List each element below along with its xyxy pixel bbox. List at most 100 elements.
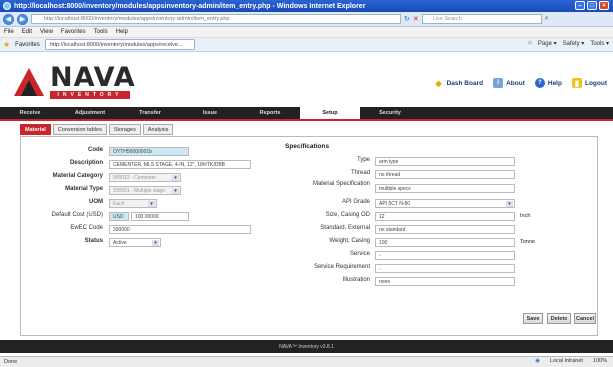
material-type-select[interactable]: 200001 - Multiple stage ▾ [109, 186, 181, 195]
security-zone: Local intranet [549, 358, 583, 364]
zoom-level[interactable]: 100% [593, 358, 607, 364]
nav-setup[interactable]: Setup [300, 107, 360, 119]
spec-api-grade-select[interactable]: API 5CT N-80 ▾ [375, 199, 515, 208]
app-footer: NAVA™ Inventory v3.8.1 [0, 340, 613, 353]
specifications-title: Specifications [285, 143, 330, 150]
spec-casing-od-label: Size, Casing OD [325, 212, 370, 218]
browser-status-bar: Done ◉ Local intranet 100% [0, 356, 613, 367]
nav-reports[interactable]: Reports [240, 107, 300, 119]
chevron-down-icon: ▾ [506, 201, 513, 207]
back-icon[interactable]: ◀ [3, 13, 14, 25]
nav-issue[interactable]: Issue [180, 107, 240, 119]
logo-mark-icon [14, 68, 44, 96]
spec-type-input[interactable]: arm type [375, 157, 515, 166]
dashboard-icon: ◆ [435, 78, 442, 88]
uom-label: UOM [89, 199, 103, 205]
spec-service-input[interactable]: - [375, 251, 515, 260]
search-icon[interactable]: ⌕ [545, 15, 549, 23]
forward-icon[interactable]: ▶ [17, 13, 28, 25]
currency-field[interactable]: USD [109, 212, 129, 221]
uom-select[interactable]: Each ▾ [109, 199, 157, 208]
delete-button[interactable]: Delete [547, 313, 571, 324]
nav-adjustment[interactable]: Adjustment [60, 107, 120, 119]
spec-service-requirement-input[interactable]: - [375, 264, 515, 273]
stop-icon[interactable]: ✕ [413, 15, 419, 23]
spec-type-label: Type [356, 157, 370, 163]
ewec-code-label: EwEC Code [70, 225, 103, 231]
tab-conversion-tables[interactable]: Conversion tables [52, 124, 107, 135]
footer-text: NAVA™ Inventory v3.8.1 [279, 343, 334, 350]
address-bar: ◀ ▶ http://localhost:8000/inventory/modu… [0, 12, 613, 27]
spec-api-grade-label: API Grade [341, 199, 370, 205]
url-input[interactable]: http://localhost:8000/inventory/modules/… [31, 14, 401, 24]
spec-standard-external-label: Standard, External [320, 225, 370, 231]
cancel-button[interactable]: Cancel [574, 313, 596, 324]
favorites-star-icon[interactable]: ★ [3, 40, 10, 49]
help-link[interactable]: ? Help [534, 78, 562, 88]
nav-transfer[interactable]: Transfer [120, 107, 180, 119]
material-category-select[interactable]: 900012 - Cementer ▾ [109, 173, 181, 182]
spec-weight-casing-label: Weight, Casing [329, 238, 370, 244]
menu-tools[interactable]: Tools [94, 29, 108, 35]
tools-menu[interactable]: Tools ▾ [590, 40, 609, 47]
minimize-button[interactable]: – [575, 1, 585, 10]
favorites-bar: ★ Favorites http://localhost:8000/invent… [0, 38, 613, 52]
status-select[interactable]: Active ▾ [109, 238, 161, 247]
chevron-down-icon: ▾ [152, 240, 159, 246]
spec-service-label: Service [349, 251, 370, 257]
spec-illustration-input[interactable]: none [375, 277, 515, 286]
favorites-label[interactable]: Favorites [15, 42, 40, 48]
help-icon: ? [534, 78, 545, 88]
default-cost-input[interactable]: 100.00000 [131, 212, 189, 221]
logout-icon: ▮ [571, 78, 582, 88]
spec-material-spec-input[interactable]: multiple specs [375, 184, 515, 193]
tab-analysis[interactable]: Analysis [142, 124, 174, 135]
logo-text: NAVA [50, 62, 136, 93]
menu-view[interactable]: View [40, 29, 53, 35]
nava-logo[interactable]: NAVA INVENTORY [12, 62, 162, 100]
about-icon: i [493, 78, 504, 88]
spec-service-requirement-label: Service Requirement [313, 264, 370, 270]
spec-weight-casing-input[interactable]: 100 [375, 238, 515, 247]
page-menu[interactable]: Page ▾ [538, 40, 557, 47]
code-label: Code [88, 147, 103, 153]
dashboard-link[interactable]: ◆ Dash Board [434, 78, 484, 88]
tab-material[interactable]: Material [20, 124, 51, 135]
search-input[interactable]: Live Search [421, 14, 542, 24]
status-text: Done [4, 359, 18, 365]
window-title: http://localhost:8000/inventory/modules/… [14, 2, 366, 10]
code-input[interactable]: OYTH50000001b [109, 147, 189, 156]
tab-storages[interactable]: Storages [108, 124, 141, 135]
menu-favorites[interactable]: Favorites [61, 29, 86, 35]
material-form-panel: Code OYTH50000001b Description CEMENTER,… [20, 136, 598, 336]
menu-help[interactable]: Help [116, 29, 128, 35]
nav-underline [0, 119, 613, 121]
description-input[interactable]: CEMENTER, MLS STAGE, 4-IN, 12", 18#/TK/D… [109, 160, 251, 169]
spec-standard-external-input[interactable]: no standard [375, 225, 515, 234]
default-cost-label: Default Cost (USD) [51, 212, 103, 218]
main-nav: Receive Adjustment Transfer Issue Report… [0, 107, 613, 119]
safety-menu[interactable]: Safety ▾ [563, 40, 585, 47]
material-category-label: Material Category [52, 173, 103, 179]
maximize-button[interactable]: □ [587, 1, 597, 10]
browser-icon [3, 2, 11, 10]
close-window-button[interactable]: × [599, 1, 609, 10]
menu-file[interactable]: File [4, 29, 14, 35]
home-icon[interactable]: ⌂ [528, 40, 532, 47]
refresh-icon[interactable]: ↻ [404, 15, 410, 23]
spec-thread-label: Thread [350, 170, 370, 176]
browser-tab[interactable]: http://localhost:8000/inventory/modules/… [44, 39, 195, 50]
chevron-down-icon: ▾ [148, 201, 155, 207]
spec-thread-input[interactable]: no thread [375, 170, 515, 179]
about-link[interactable]: i About [493, 78, 525, 88]
logout-link[interactable]: ▮ Logout [571, 78, 607, 88]
menu-edit[interactable]: Edit [22, 29, 32, 35]
spec-casing-od-unit: Inch [520, 213, 531, 219]
app-header: NAVA INVENTORY ◆ Dash Board i About ? He… [0, 52, 613, 107]
nav-receive[interactable]: Receive [0, 107, 60, 119]
nav-security[interactable]: Security [360, 107, 420, 119]
logo-subtitle: INVENTORY [50, 91, 130, 99]
spec-casing-od-input[interactable]: 12 [375, 212, 515, 221]
save-button[interactable]: Save [523, 313, 543, 324]
ewec-code-input[interactable]: 330000 [109, 225, 251, 234]
